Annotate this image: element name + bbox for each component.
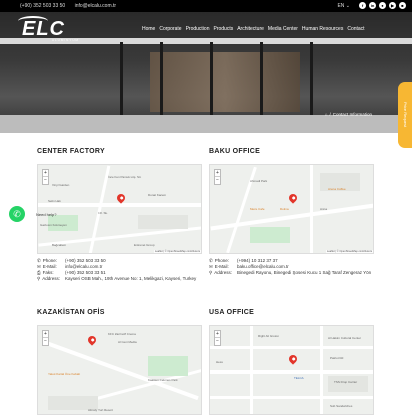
map-label: TELCA: [294, 376, 304, 380]
main-nav: Home Corporate Production Products Archi…: [142, 26, 365, 32]
map-label: KFC Zarrinoff Crema: [108, 332, 136, 336]
whatsapp-icon[interactable]: ✆: [9, 206, 25, 222]
map-label: Bağcaltem: [52, 243, 67, 247]
top-right: EN ⌄ f in ● ▶ ■: [337, 2, 406, 9]
office-card-baku: BAKU OFFICE Ahmadi Park Arena Coffee Mez…: [209, 148, 374, 275]
nav-human-resources[interactable]: Human Resources: [302, 26, 343, 32]
top-contact: (+90) 352 503 33 50 info@elcalu.com.tr: [20, 3, 124, 9]
language-selector[interactable]: EN ⌄: [337, 3, 350, 9]
location-icon: ⚲: [37, 276, 41, 281]
office-title: CENTER FACTORY: [37, 148, 105, 155]
instagram-icon[interactable]: ●: [379, 2, 386, 9]
map-label: Ahmadi Park: [250, 179, 268, 183]
office-title: BAKU OFFICE: [209, 148, 261, 155]
map-pin-icon[interactable]: [287, 353, 299, 365]
office-title: USA OFFICE: [209, 309, 255, 316]
home-icon[interactable]: ⌂: [325, 112, 328, 117]
map-label: Gaziosm Kokmeyen: [40, 223, 67, 227]
map-pin-icon[interactable]: [86, 334, 98, 346]
map-pin-icon[interactable]: [115, 192, 127, 204]
top-phone[interactable]: (+90) 352 503 33 50: [20, 3, 65, 9]
map-zoom-control: + −: [214, 169, 221, 185]
logo-swoosh-icon: [18, 16, 48, 26]
top-email[interactable]: info@elcalu.com.tr: [75, 3, 116, 9]
breadcrumb: ⌂ / Contact Information: [324, 112, 372, 117]
price-request-tab[interactable]: Price Request: [398, 82, 412, 148]
map-label: Al Hakim Cultural Center: [328, 336, 362, 340]
zoom-out-button[interactable]: −: [43, 338, 48, 345]
office-card-center-factory: CENTER FACTORY Vinyl Garden İnce Fen Pam…: [37, 148, 202, 281]
map-label: Hess: [216, 360, 223, 364]
office-map[interactable]: Vinyl Garden İnce Fen Pamuk Litş. Sti. S…: [37, 164, 202, 254]
linkedin-icon[interactable]: in: [369, 2, 376, 9]
office-map[interactable]: Hess Right Ali Groton Al Hakim Cultural …: [209, 325, 374, 415]
office-card-usa: USA OFFICE Hess Right Ali Groton Al Haki…: [209, 309, 374, 415]
twitter-icon[interactable]: ■: [399, 2, 406, 9]
nav-home[interactable]: Home: [142, 26, 155, 32]
facebook-icon[interactable]: f: [359, 2, 366, 9]
map-label: Dunat Kacem: [148, 193, 167, 197]
location-icon: ⚲: [209, 270, 213, 275]
map-label: Almaty Yurt Resort: [88, 408, 113, 412]
zoom-out-button[interactable]: −: [43, 177, 48, 184]
zoom-in-button[interactable]: +: [43, 170, 48, 177]
nav-contact[interactable]: Contact: [347, 26, 364, 32]
zoom-out-button[interactable]: −: [215, 177, 220, 184]
map-label: İnce Fen Pamuk Litş. Sti.: [108, 175, 142, 179]
zoom-in-button[interactable]: +: [43, 331, 48, 338]
zoom-out-button[interactable]: −: [215, 338, 220, 345]
map-label: Arena Coffee: [328, 187, 346, 191]
map-label: Kaaisun Cekmes Park: [148, 378, 178, 382]
map-label: Meze Cafe: [250, 207, 265, 211]
map-label: Yakut Kartal Öne Kebab: [48, 372, 81, 376]
site-logo[interactable]: ELC ALUMINYUM: [18, 16, 78, 42]
map-label: Right Ali Groton: [258, 334, 280, 338]
map-label: Entrenet Group: [134, 243, 155, 247]
nav-products[interactable]: Products: [213, 26, 233, 32]
breadcrumb-current: Contact Information: [332, 112, 372, 117]
map-zoom-control: + −: [214, 330, 221, 346]
hero-banner: ELC ALUMINYUM Home Corporate Production …: [0, 12, 412, 133]
nav-media-center[interactable]: Media Center: [268, 26, 298, 32]
office-map[interactable]: Ahmadi Park Arena Coffee Meze Cafe Dolma…: [209, 164, 374, 254]
map-attribution[interactable]: Leaflet | © OpenStreetMap contributors: [325, 250, 373, 253]
logo-tagline: ALUMINYUM: [52, 38, 80, 42]
nav-architecture[interactable]: Architecture: [237, 26, 264, 32]
map-label: Dolma: [280, 207, 289, 211]
map-label: Al Ceni Media: [118, 340, 137, 344]
office-address: Kayseri OSB Mah., 19th Avenue No: 1, Mel…: [65, 276, 197, 281]
map-label: Patriot Rd: [330, 356, 344, 360]
map-label: TSS Drop Carrier: [334, 380, 358, 384]
youtube-icon[interactable]: ▶: [389, 2, 396, 9]
nav-production[interactable]: Production: [186, 26, 210, 32]
map-label: Sub Sandwiches: [330, 404, 353, 408]
office-card-kazakhstan: KAZAKİSTAN OFİS KFC Zarrinoff Crema Al C…: [37, 309, 202, 415]
office-info: ✆ Phone: (+994) 10 312 37 37 ✉ E-Mail: baku.…: [209, 258, 374, 276]
zoom-in-button[interactable]: +: [215, 331, 220, 338]
map-label: I.R. Sk.: [98, 211, 108, 215]
map-label: Selin Halı: [48, 199, 61, 203]
map-zoom-control: + −: [42, 169, 49, 185]
map-pin-icon[interactable]: [287, 192, 299, 204]
office-title: KAZAKİSTAN OFİS: [37, 309, 105, 316]
map-label: Vinyl Garden: [52, 183, 70, 187]
office-map[interactable]: KFC Zarrinoff Crema Al Ceni Media Kaaisu…: [37, 325, 202, 415]
whatsapp-help-text: Need help?: [36, 212, 57, 217]
map-zoom-control: + −: [42, 330, 49, 346]
map-label: Anna: [320, 207, 328, 211]
office-info: ✆ Phone: (+90) 352 503 33 50 ✉ E-Mail: info@…: [37, 258, 202, 282]
nav-corporate[interactable]: Corporate: [159, 26, 181, 32]
zoom-in-button[interactable]: +: [215, 170, 220, 177]
office-address: Binegedi Rayonu, Binegedi Şosesi Kucu 1 …: [237, 270, 372, 275]
map-attribution[interactable]: Leaflet | © OpenStreetMap contributors: [153, 250, 201, 253]
top-bar: (+90) 352 503 33 50 info@elcalu.com.tr E…: [0, 0, 412, 12]
